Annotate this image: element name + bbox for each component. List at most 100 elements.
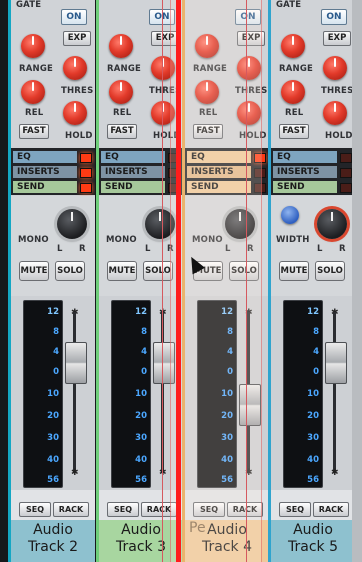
eq-row[interactable]: EQ (185, 150, 269, 164)
solo-button[interactable]: SOLO (315, 261, 345, 281)
gate-exp-button[interactable]: EXP (63, 31, 91, 46)
rack-button[interactable]: RACK (141, 502, 177, 517)
routing-section: EQ INSERTS SEND (271, 148, 355, 195)
inserts-row[interactable]: INSERTS (185, 165, 269, 179)
eq-row[interactable]: EQ (11, 150, 95, 164)
rel-knob[interactable] (21, 80, 45, 104)
volume-fader[interactable] (65, 342, 87, 384)
inserts-led (340, 168, 352, 178)
track-name[interactable]: Audio Track 5 (271, 520, 355, 562)
solo-button[interactable]: SOLO (229, 261, 259, 281)
send-row[interactable]: SEND (11, 180, 95, 194)
gate-on-button[interactable]: ON (235, 9, 261, 25)
track-name-line2: Track 2 (28, 539, 78, 555)
meter-tick: 8 (227, 327, 233, 337)
eq-label: EQ (273, 151, 337, 163)
mono-label: MONO (192, 235, 223, 245)
mute-button[interactable]: MUTE (19, 261, 49, 281)
meter-tick: 30 (221, 433, 233, 443)
eq-row[interactable]: EQ (99, 150, 183, 164)
strip-footer: SEQ RACK Audio Track 5 (271, 490, 355, 562)
rack-button[interactable]: RACK (53, 502, 89, 517)
fast-button[interactable]: FAST (279, 124, 309, 139)
seq-button[interactable]: SEQ (19, 502, 51, 517)
send-label: SEND (273, 181, 337, 193)
track-name-line2: Track 5 (288, 539, 338, 555)
volume-fader[interactable] (153, 342, 175, 384)
rel-label: REL (25, 108, 44, 118)
meter-tick: 56 (221, 475, 233, 485)
inserts-row[interactable]: INSERTS (11, 165, 95, 179)
gate-exp-button[interactable]: EXP (237, 31, 265, 46)
pan-knob[interactable] (145, 209, 175, 239)
eq-row[interactable]: EQ (271, 150, 355, 164)
gate-exp-button[interactable]: EXP (323, 31, 351, 46)
thres-label: THRES (321, 86, 354, 96)
meter-tick: 56 (135, 475, 147, 485)
gate-on-button[interactable]: ON (61, 9, 87, 25)
gate-exp-button[interactable]: EXP (151, 31, 179, 46)
seq-button[interactable]: SEQ (193, 502, 225, 517)
range-knob[interactable] (195, 34, 219, 58)
hold-knob[interactable] (63, 101, 87, 125)
mute-button[interactable]: MUTE (279, 261, 309, 281)
fast-button[interactable]: FAST (193, 124, 223, 139)
solo-button[interactable]: SOLO (55, 261, 85, 281)
thres-knob[interactable] (151, 56, 175, 80)
range-knob[interactable] (109, 34, 133, 58)
send-row[interactable]: SEND (271, 180, 355, 194)
mute-button[interactable]: MUTE (107, 261, 137, 281)
inserts-label: INSERTS (273, 166, 337, 178)
range-label: RANGE (279, 64, 314, 74)
thres-knob[interactable] (63, 56, 87, 80)
mono-label: MONO (18, 235, 49, 245)
insert-position-indicator (176, 0, 181, 562)
seq-button[interactable]: SEQ (107, 502, 139, 517)
gate-on-button[interactable]: ON (321, 9, 347, 25)
hold-knob[interactable] (151, 101, 175, 125)
inserts-label: INSERTS (187, 166, 251, 178)
meter-tick: 20 (47, 411, 59, 421)
range-knob[interactable] (281, 34, 305, 58)
meter-tick: 40 (47, 455, 59, 465)
fast-button[interactable]: FAST (107, 124, 137, 139)
track-name[interactable]: Audio Track 4 (185, 520, 269, 562)
rack-button[interactable]: RACK (313, 502, 349, 517)
thres-knob[interactable] (323, 56, 347, 80)
next-strip-edge (352, 0, 362, 562)
fast-button[interactable]: FAST (19, 124, 49, 139)
meter-tick: 56 (307, 475, 319, 485)
rel-knob[interactable] (109, 80, 133, 104)
track-name[interactable]: Audio Track 3 (99, 520, 183, 562)
meter-tick: 40 (221, 455, 233, 465)
send-row[interactable]: SEND (185, 180, 269, 194)
strip-footer: SEQ RACK Audio Track 2 (11, 490, 95, 562)
thres-label: THRES (235, 86, 268, 96)
rel-knob[interactable] (281, 80, 305, 104)
solo-button[interactable]: SOLO (143, 261, 173, 281)
hold-knob[interactable] (323, 101, 347, 125)
rel-label: REL (285, 108, 304, 118)
thres-knob[interactable] (237, 56, 261, 80)
pan-knob[interactable] (317, 209, 347, 239)
meter-tick: 20 (307, 411, 319, 421)
pan-section: WIDTH L R MUTE SOLO (271, 196, 355, 296)
pan-knob[interactable] (57, 209, 87, 239)
rel-knob[interactable] (195, 80, 219, 104)
range-knob[interactable] (21, 34, 45, 58)
pan-knob[interactable] (225, 209, 255, 239)
rack-button[interactable]: RACK (227, 502, 263, 517)
track-name[interactable]: Audio Track 2 (11, 520, 95, 562)
send-row[interactable]: SEND (99, 180, 183, 194)
inserts-row[interactable]: INSERTS (271, 165, 355, 179)
width-knob[interactable] (281, 206, 299, 224)
inserts-led (80, 168, 92, 178)
volume-fader[interactable] (239, 384, 261, 426)
inserts-row[interactable]: INSERTS (99, 165, 183, 179)
meter-tick: 0 (313, 367, 319, 377)
meter-tick: 4 (141, 347, 147, 357)
hold-knob[interactable] (237, 101, 261, 125)
meter-tick: 8 (141, 327, 147, 337)
seq-button[interactable]: SEQ (279, 502, 311, 517)
volume-fader[interactable] (325, 342, 347, 384)
